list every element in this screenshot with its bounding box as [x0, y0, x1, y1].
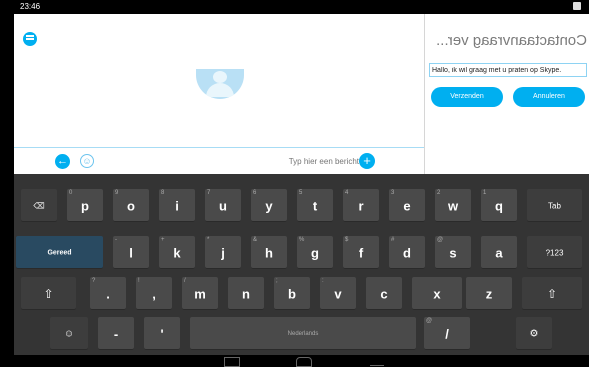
key-n[interactable]: n — [228, 277, 264, 310]
back-icon[interactable] — [370, 357, 384, 366]
key-slash[interactable]: @ / — [424, 317, 470, 350]
chat-input-bar: ← ☺ + — [14, 147, 424, 175]
request-message-field[interactable] — [429, 63, 587, 77]
shift-key-left[interactable]: ⇧ — [522, 277, 582, 310]
message-input[interactable] — [264, 153, 359, 169]
panel-title: Contactaanvraag ver... — [436, 32, 587, 49]
space-bar[interactable]: Nederlands — [190, 317, 416, 350]
clock: 23:46 — [20, 2, 41, 11]
key-dash[interactable]: - — [98, 317, 134, 350]
back-arrow-icon[interactable]: ← — [55, 154, 70, 169]
key-k[interactable]: + k — [159, 236, 195, 269]
key-p[interactable]: 0p — [67, 189, 103, 222]
avatar-head-icon — [213, 71, 227, 83]
on-screen-keyboard: ⌫ 0p 9o 8i 7u 6y 5t 4r 3e 2w 1q Tab Gere… — [14, 174, 589, 355]
recent-apps-icon[interactable] — [224, 357, 240, 367]
key-b[interactable]: ; b — [274, 277, 310, 310]
contact-request-panel: Contactaanvraag ver... Verzenden Annuler… — [425, 14, 589, 174]
key-i[interactable]: 8i — [159, 189, 195, 222]
key-g[interactable]: % g — [297, 236, 333, 269]
key-t[interactable]: 5t — [297, 189, 333, 222]
settings-key[interactable]: ⚙ — [516, 317, 552, 350]
cancel-button[interactable]: Annuleren — [513, 87, 585, 107]
backspace-key[interactable]: ⌫ — [21, 189, 57, 222]
key-e[interactable]: 3e — [389, 189, 425, 222]
add-icon[interactable]: + — [359, 153, 375, 169]
menu-icon[interactable] — [23, 32, 37, 46]
key-o[interactable]: 9o — [113, 189, 149, 222]
key-m[interactable]: / m — [182, 277, 218, 310]
key-s[interactable]: @ s — [435, 236, 471, 269]
emoji-key[interactable]: ☺ — [50, 317, 88, 350]
key-d[interactable]: # d — [389, 236, 425, 269]
key-q[interactable]: 1q — [481, 189, 517, 222]
key-c[interactable]: c — [366, 277, 402, 310]
key-period[interactable]: ?. — [90, 277, 126, 310]
key-r[interactable]: 4r — [343, 189, 379, 222]
system-tray-icon — [573, 2, 581, 10]
shift-key-right[interactable]: ⇧ — [21, 277, 76, 310]
key-a[interactable]: a — [481, 236, 517, 269]
home-icon[interactable] — [296, 357, 312, 367]
key-l[interactable]: -l — [113, 236, 149, 269]
key-comma[interactable]: !, — [136, 277, 172, 310]
key-v[interactable]: :v — [320, 277, 356, 310]
key-h[interactable]: & h — [251, 236, 287, 269]
key-f[interactable]: $ f — [343, 236, 379, 269]
key-y[interactable]: 6y — [251, 189, 287, 222]
send-request-button[interactable]: Verzenden — [431, 87, 503, 107]
key-u[interactable]: 7u — [205, 189, 241, 222]
done-key[interactable]: Gereed — [16, 236, 103, 269]
symbols-key[interactable]: ?123 — [527, 236, 582, 269]
avatar-body-icon — [206, 83, 234, 97]
avatar — [196, 69, 244, 99]
emoticon-icon[interactable]: ☺ — [80, 154, 94, 168]
status-bar: 23:46 — [0, 0, 589, 14]
key-x[interactable]: x — [412, 277, 462, 310]
skype-window: ← ☺ + Contactaanvraag ver... Verzenden A… — [14, 14, 589, 174]
key-w[interactable]: 2w — [435, 189, 471, 222]
conversation-pane: ← ☺ + — [14, 14, 424, 174]
tab-key[interactable]: Tab — [527, 189, 582, 222]
navigation-bar — [14, 355, 589, 367]
key-z[interactable]: z — [466, 277, 512, 310]
key-j[interactable]: * j — [205, 236, 241, 269]
key-apostrophe[interactable]: ' — [144, 317, 180, 350]
